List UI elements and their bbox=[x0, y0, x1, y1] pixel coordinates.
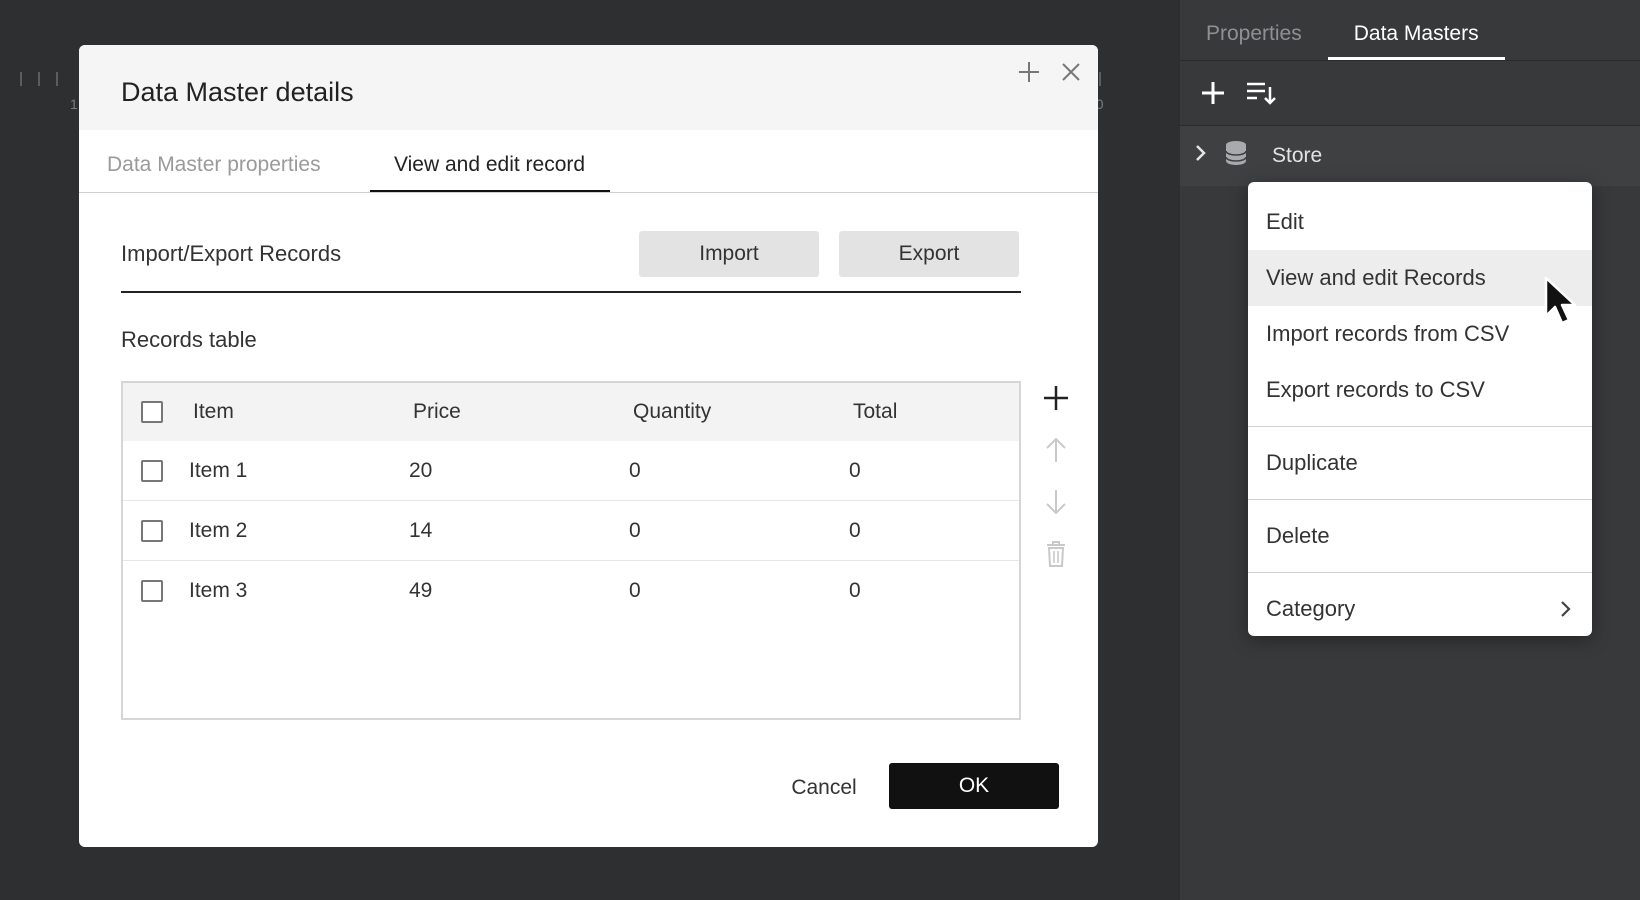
menu-item-view-edit-records[interactable]: View and edit Records bbox=[1248, 250, 1592, 306]
menu-divider bbox=[1248, 426, 1592, 427]
expand-button[interactable] bbox=[1016, 59, 1042, 85]
add-row-button[interactable] bbox=[1039, 381, 1073, 415]
menu-item-import-csv[interactable]: Import records from CSV bbox=[1248, 306, 1592, 362]
cell-price[interactable]: 20 bbox=[409, 459, 629, 483]
records-table-title: Records table bbox=[121, 327, 257, 352]
cell-total[interactable]: 0 bbox=[849, 459, 999, 483]
data-masters-toolbar bbox=[1180, 61, 1640, 126]
trash-icon bbox=[1047, 541, 1065, 567]
database-icon bbox=[1224, 140, 1252, 172]
arrow-up-icon bbox=[1046, 437, 1066, 462]
cell-item[interactable]: Item 1 bbox=[189, 459, 409, 483]
cell-quantity[interactable]: 0 bbox=[629, 579, 849, 603]
select-all-checkbox[interactable] bbox=[141, 401, 163, 423]
close-button[interactable] bbox=[1058, 59, 1084, 85]
menu-item-duplicate[interactable]: Duplicate bbox=[1248, 435, 1592, 491]
cell-total[interactable]: 0 bbox=[849, 579, 999, 603]
arrow-down-icon bbox=[1046, 490, 1066, 515]
add-data-master-button[interactable] bbox=[1196, 76, 1230, 110]
cell-item[interactable]: Item 2 bbox=[189, 519, 409, 543]
context-menu: Edit View and edit Records Import record… bbox=[1248, 182, 1592, 636]
dialog-title: Data Master details bbox=[121, 77, 354, 107]
tab-data-master-properties[interactable]: Data Master properties bbox=[107, 130, 321, 192]
menu-divider bbox=[1248, 572, 1592, 573]
data-master-store[interactable]: Store bbox=[1180, 126, 1640, 186]
import-export-label: Import/Export Records bbox=[121, 241, 342, 266]
tab-view-edit-records[interactable]: View and edit record bbox=[370, 130, 610, 192]
export-button[interactable]: Export bbox=[839, 231, 1019, 277]
move-up-button[interactable] bbox=[1039, 433, 1073, 467]
panel-tabs: Properties Data Masters bbox=[1180, 0, 1640, 61]
table-row[interactable]: Item 1 20 0 0 bbox=[123, 441, 1019, 501]
table-row[interactable]: Item 3 49 0 0 bbox=[123, 561, 1019, 620]
ok-button[interactable]: OK bbox=[889, 763, 1059, 809]
cell-item[interactable]: Item 3 bbox=[189, 579, 409, 603]
menu-item-category-label: Category bbox=[1266, 596, 1356, 621]
plus-icon bbox=[1044, 386, 1068, 410]
cancel-button[interactable]: Cancel bbox=[764, 765, 884, 811]
menu-item-category[interactable]: Category bbox=[1248, 581, 1592, 637]
chevron-right-icon bbox=[1558, 581, 1572, 658]
menu-item-delete[interactable]: Delete bbox=[1248, 508, 1592, 564]
menu-item-export-csv[interactable]: Export records to CSV bbox=[1248, 362, 1592, 418]
import-export-section: Import/Export Records Import Export bbox=[121, 231, 1021, 293]
chevron-right-icon[interactable] bbox=[1194, 143, 1216, 169]
menu-item-edit[interactable]: Edit bbox=[1248, 194, 1592, 250]
store-label: Store bbox=[1272, 144, 1323, 167]
row-checkbox[interactable] bbox=[141, 579, 163, 602]
dialog-header: Data Master details bbox=[79, 45, 1098, 130]
dialog-tabs: Data Master properties View and edit rec… bbox=[79, 130, 1098, 193]
plus-icon bbox=[1019, 62, 1039, 82]
delete-row-button[interactable] bbox=[1039, 537, 1073, 571]
ruler-label-left: 1 bbox=[70, 96, 78, 112]
tab-properties[interactable]: Properties bbox=[1180, 0, 1328, 60]
row-checkbox[interactable] bbox=[141, 459, 163, 482]
sort-icon bbox=[1247, 82, 1276, 105]
table-header: Item Price Quantity Total bbox=[123, 383, 1019, 441]
column-header-price: Price bbox=[413, 400, 461, 423]
move-down-button[interactable] bbox=[1039, 485, 1073, 519]
sort-button[interactable] bbox=[1244, 76, 1278, 110]
close-icon bbox=[1062, 63, 1080, 81]
menu-divider bbox=[1248, 499, 1592, 500]
canvas-ruler-left bbox=[20, 72, 74, 86]
plus-icon bbox=[1202, 82, 1224, 104]
column-header-item: Item bbox=[193, 400, 234, 423]
cell-price[interactable]: 14 bbox=[409, 519, 629, 543]
records-table: Item Price Quantity Total Item 1 20 0 0 … bbox=[121, 381, 1021, 720]
table-row-actions bbox=[1039, 381, 1079, 589]
data-master-dialog: Data Master details Data Master properti… bbox=[79, 45, 1098, 847]
cell-price[interactable]: 49 bbox=[409, 579, 629, 603]
column-header-quantity: Quantity bbox=[633, 400, 712, 423]
import-button[interactable]: Import bbox=[639, 231, 819, 277]
table-row[interactable]: Item 2 14 0 0 bbox=[123, 501, 1019, 561]
column-header-total: Total bbox=[853, 400, 898, 423]
tab-data-masters[interactable]: Data Masters bbox=[1327, 0, 1505, 60]
dialog-header-actions bbox=[1016, 59, 1084, 85]
cell-quantity[interactable]: 0 bbox=[629, 519, 849, 543]
mouse-cursor-icon bbox=[1544, 276, 1580, 331]
cell-quantity[interactable]: 0 bbox=[629, 459, 849, 483]
row-checkbox[interactable] bbox=[141, 519, 163, 542]
cell-total[interactable]: 0 bbox=[849, 519, 999, 543]
